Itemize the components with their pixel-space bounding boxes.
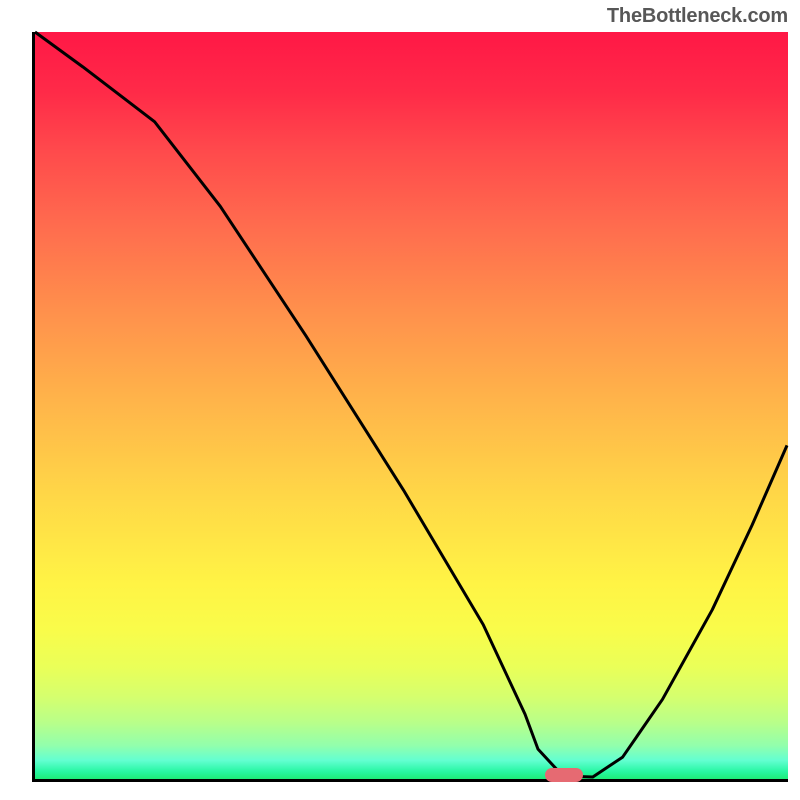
bottleneck-chart: TheBottleneck.com [22, 12, 790, 787]
bottleneck-curve-path [35, 32, 787, 777]
curve-svg [35, 32, 788, 779]
plot-area [32, 32, 788, 782]
watermark-label: TheBottleneck.com [607, 5, 788, 28]
sweet-spot-marker [545, 768, 583, 782]
